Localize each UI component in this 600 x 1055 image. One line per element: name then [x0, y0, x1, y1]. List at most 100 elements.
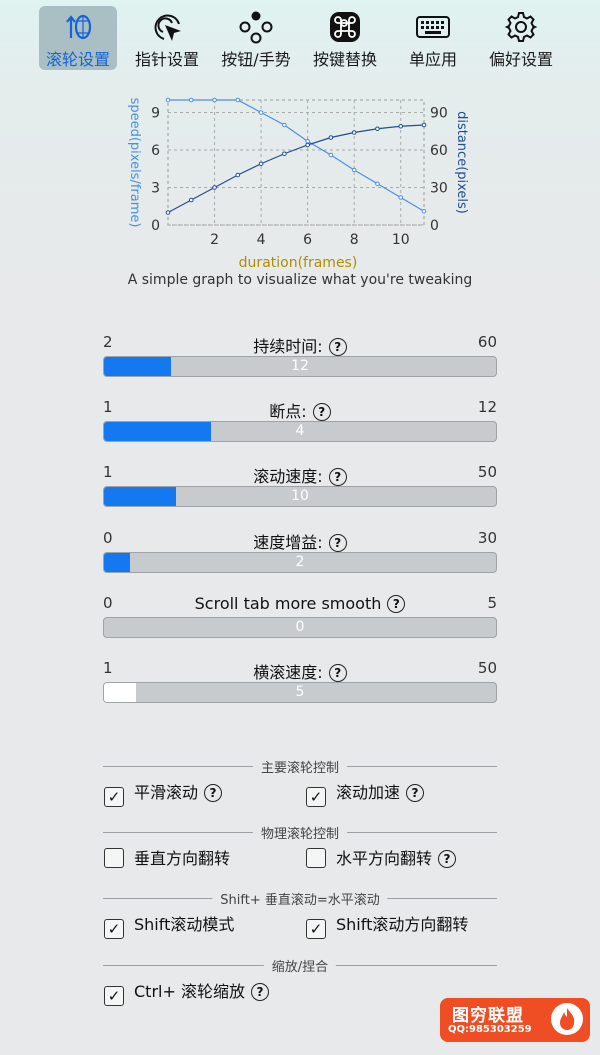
tab-preferences-label: 偏好设置: [488, 50, 553, 69]
option-checkbox[interactable]: ✓ Shift滚动模式: [104, 911, 235, 939]
checkbox-icon[interactable]: [306, 848, 326, 868]
checkbox-icon[interactable]: ✓: [104, 919, 124, 939]
speed-point: [398, 195, 404, 200]
y-right-tick-label: 90: [430, 106, 448, 122]
y-left-tick-label: 9: [151, 106, 160, 122]
help-icon[interactable]: ?: [328, 664, 347, 682]
y-right-tick-label: 60: [430, 143, 448, 159]
watermark-subtitle: QQ:985303259: [448, 1024, 532, 1035]
option-checkbox[interactable]: ✓ 滚动加速?: [306, 779, 425, 807]
y-left-tick-label: 0: [151, 218, 160, 234]
tab-per-app[interactable]: 单应用: [394, 6, 472, 70]
speed-distance-chart: 2 4 6 8 1003690306090duration(frames)speed(p…: [127, 97, 469, 271]
option-checkbox[interactable]: ✓ Shift滚动方向翻转: [306, 911, 469, 939]
help-icon[interactable]: ?: [250, 983, 269, 1001]
tab-buttons-gestures-label: 按钮/手势: [221, 50, 291, 69]
checkbox-icon[interactable]: ✓: [104, 986, 124, 1006]
slider-track[interactable]: 5: [103, 682, 497, 703]
y-left-tick-label: 3: [151, 181, 160, 197]
tab-scroll-wheel-label: 滚轮设置: [45, 50, 110, 69]
tab-preferences[interactable]: 偏好设置: [482, 6, 560, 70]
graph-panel: 2 4 6 8 10 0 3 6 9 0 30 60 90 duration(frames) speed(p…: [0, 84, 600, 294]
slider-max: 5: [487, 594, 497, 612]
tab-scroll-wheel[interactable]: 滚轮设置: [39, 6, 117, 70]
checkbox-icon[interactable]: ✓: [306, 919, 326, 939]
toolbar: 滚轮设置 指针设置 按钮/手势 按键替换 单应用 偏好设置: [0, 0, 600, 76]
flame-logo-icon: [551, 1003, 583, 1035]
y-right-tick-label: 0: [430, 218, 439, 234]
option-label: Shift滚动方向翻转: [336, 915, 469, 934]
speed-point: [328, 152, 334, 158]
slider-max: 12: [477, 398, 497, 416]
help-icon[interactable]: ?: [328, 468, 347, 486]
option-checkbox[interactable]: 垂直方向翻转: [104, 845, 230, 868]
option-label: 平滑滚动: [134, 783, 199, 802]
scroll-wheel-icon: [66, 14, 92, 40]
slider-scroll-tab-smooth: 0 Scroll tab more smooth? 5 0: [103, 594, 497, 638]
section-title: Shift+ 垂直滚动=水平滚动: [212, 889, 388, 908]
slider-track[interactable]: 12: [103, 356, 497, 377]
help-icon[interactable]: ?: [387, 595, 406, 613]
distance-point: [188, 197, 194, 203]
slider-label-text: 横滚速度:: [253, 663, 323, 682]
slider-value: 5: [295, 684, 305, 700]
speed-point: [282, 122, 287, 128]
slider-label-text: 持续时间:: [253, 337, 323, 356]
section-title: 主要滚轮控制: [252, 757, 348, 776]
checkmark-icon: ✓: [309, 920, 323, 938]
y-left-axis-label: speed(pixels/frame): [127, 98, 142, 228]
watermark-title: 图穷联盟: [452, 1006, 524, 1026]
help-icon[interactable]: ?: [312, 403, 331, 421]
option-checkbox[interactable]: ✓ Ctrl+ 滚轮缩放?: [104, 978, 269, 1006]
help-icon[interactable]: ?: [328, 338, 347, 356]
help-icon[interactable]: ?: [406, 784, 425, 802]
slider-label: 速度增益:?: [103, 529, 497, 553]
slider-label: 持续时间:?: [103, 333, 497, 357]
plot-frame: [167, 99, 425, 226]
help-icon[interactable]: ?: [204, 784, 223, 802]
option-label: Shift滚动模式: [134, 915, 235, 934]
distance-point: [235, 172, 241, 178]
section-title: 缩放/捏合: [263, 956, 337, 975]
speed-point: [212, 97, 217, 103]
speed-point: [188, 97, 194, 103]
y-right-axis-label: distance(pixels): [454, 111, 469, 214]
x-tick-label: 2: [210, 232, 219, 248]
option-checkbox[interactable]: ✓ 平滑滚动?: [104, 779, 223, 807]
slider-label: 断点:?: [103, 398, 497, 422]
slider-label: 横滚速度:?: [103, 659, 497, 683]
distance-point: [212, 185, 217, 190]
tab-buttons-gestures[interactable]: 按钮/手势: [217, 6, 295, 70]
checkbox-icon[interactable]: ✓: [306, 787, 326, 807]
option-checkbox[interactable]: 水平方向翻转?: [306, 845, 457, 868]
watermark-badge: 图穷联盟 QQ:985303259: [440, 998, 590, 1042]
slider-value: 0: [295, 619, 305, 635]
checkbox-icon[interactable]: [104, 848, 124, 868]
distance-point: [398, 123, 404, 129]
tab-pointer[interactable]: 指针设置: [128, 6, 206, 70]
keyboard-icon: [416, 16, 450, 38]
slider-label-text: 滚动速度:: [253, 467, 323, 486]
y-right-tick-label: 30: [430, 181, 448, 197]
x-tick-label: 4: [257, 232, 266, 248]
tab-per-app-label: 单应用: [408, 50, 457, 69]
distance-point: [305, 142, 310, 148]
x-tick-label: 10: [392, 232, 410, 248]
tab-key-remap[interactable]: 按键替换: [306, 6, 384, 70]
graph-caption: A simple graph to visualize what you're …: [127, 272, 473, 288]
distance-point: [282, 151, 287, 157]
distance-point: [328, 135, 334, 140]
slider-track[interactable]: 0: [103, 617, 497, 638]
help-icon[interactable]: ?: [328, 534, 347, 552]
slider-breakpoint: 1 断点:? 12 4: [103, 398, 497, 442]
slider-track[interactable]: 4: [103, 421, 497, 442]
section-header: 主要滚轮控制: [103, 757, 497, 776]
option-label: 水平方向翻转: [336, 849, 433, 868]
slider-track[interactable]: 2: [103, 552, 497, 573]
slider-track[interactable]: 10: [103, 486, 497, 507]
help-icon[interactable]: ?: [438, 850, 457, 868]
distance-point: [421, 122, 427, 128]
tab-pointer-label: 指针设置: [134, 50, 199, 69]
checkmark-icon: ✓: [107, 920, 121, 938]
checkbox-icon[interactable]: ✓: [104, 787, 124, 807]
